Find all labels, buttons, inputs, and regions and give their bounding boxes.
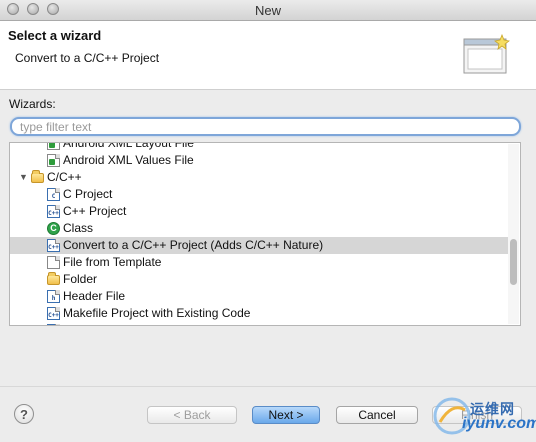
cpp-project-icon: C++ — [47, 205, 60, 218]
tree-item[interactable]: h Header File — [10, 288, 510, 305]
header-file-icon: h — [47, 290, 60, 303]
tree-item[interactable]: C++ Makefile Project with Existing Code — [10, 305, 510, 322]
footer-divider — [0, 386, 536, 387]
tree-item-label: File from Template — [63, 255, 162, 269]
c-project-icon: C — [47, 188, 60, 201]
folder-icon — [47, 272, 60, 285]
wizard-header: Select a wizard Convert to a C/C++ Proje… — [0, 21, 536, 90]
wizard-tree-rows: Android XML Layout File Android XML Value… — [10, 142, 510, 325]
page-description: Convert to a C/C++ Project — [15, 51, 160, 65]
wizard-filter-input[interactable] — [10, 117, 521, 136]
new-wizard-banner-icon — [463, 33, 510, 74]
window-titlebar: New — [0, 0, 536, 21]
cancel-button[interactable]: Cancel — [336, 406, 418, 424]
wizard-tree[interactable]: Android XML Layout File Android XML Value… — [9, 142, 521, 326]
source-file-icon: C++ — [47, 324, 60, 325]
convert-project-icon: C++ — [47, 239, 60, 252]
tree-item-label: C Project — [63, 187, 113, 201]
tree-item[interactable]: Android XML Layout File — [10, 142, 510, 152]
tree-item[interactable]: ▼ C/C++ — [10, 169, 510, 186]
tree-item[interactable]: Android XML Values File — [10, 152, 510, 169]
expand-triangle-icon[interactable]: ▼ — [19, 169, 28, 186]
wizards-label: Wizards: — [9, 97, 56, 111]
tree-item-label: Makefile Project with Existing Code — [63, 306, 251, 320]
tree-item[interactable]: File from Template — [10, 254, 510, 271]
folder-icon — [31, 170, 44, 183]
next-button[interactable]: Next > — [252, 406, 320, 424]
tree-item[interactable]: C Class — [10, 220, 510, 237]
android-xml-file-icon — [47, 143, 60, 150]
tree-item-label: Header File — [63, 289, 126, 303]
android-xml-file-icon — [47, 154, 60, 167]
back-button[interactable]: < Back — [147, 406, 237, 424]
watermark-url: iyunv.com — [462, 415, 536, 432]
tree-item-label: Source File — [63, 322, 124, 325]
tree-item[interactable]: CC Project — [10, 186, 510, 203]
tree-item-label: Android XML Layout File — [63, 142, 194, 150]
tree-item-label: Android XML Values File — [63, 153, 194, 167]
tree-item[interactable]: C++ C++ Project — [10, 203, 510, 220]
tree-item-label: Folder — [63, 272, 98, 286]
tree-item[interactable]: Folder — [10, 271, 510, 288]
makefile-project-icon: C++ — [47, 307, 60, 320]
watermark-logo: 运维网 iyunv.com — [430, 388, 536, 442]
tree-item-label: C/C++ — [47, 170, 82, 184]
tree-scrollbar-thumb[interactable] — [510, 239, 517, 285]
page-title: Select a wizard — [8, 28, 102, 43]
tree-scrollbar[interactable] — [508, 144, 519, 324]
help-icon[interactable]: ? — [14, 404, 34, 424]
tree-item[interactable]: C++ Convert to a C/C++ Project (Adds C/C+… — [10, 237, 510, 254]
class-icon: C — [47, 222, 60, 235]
window-title: New — [254, 3, 281, 18]
file-icon — [47, 256, 60, 269]
tree-item[interactable]: C++Source File — [10, 322, 510, 325]
tree-item-label: Convert to a C/C++ Project (Adds C/C++ N… — [63, 238, 324, 252]
tree-item-label: Class — [63, 221, 94, 235]
tree-item-label: C++ Project — [63, 204, 127, 218]
